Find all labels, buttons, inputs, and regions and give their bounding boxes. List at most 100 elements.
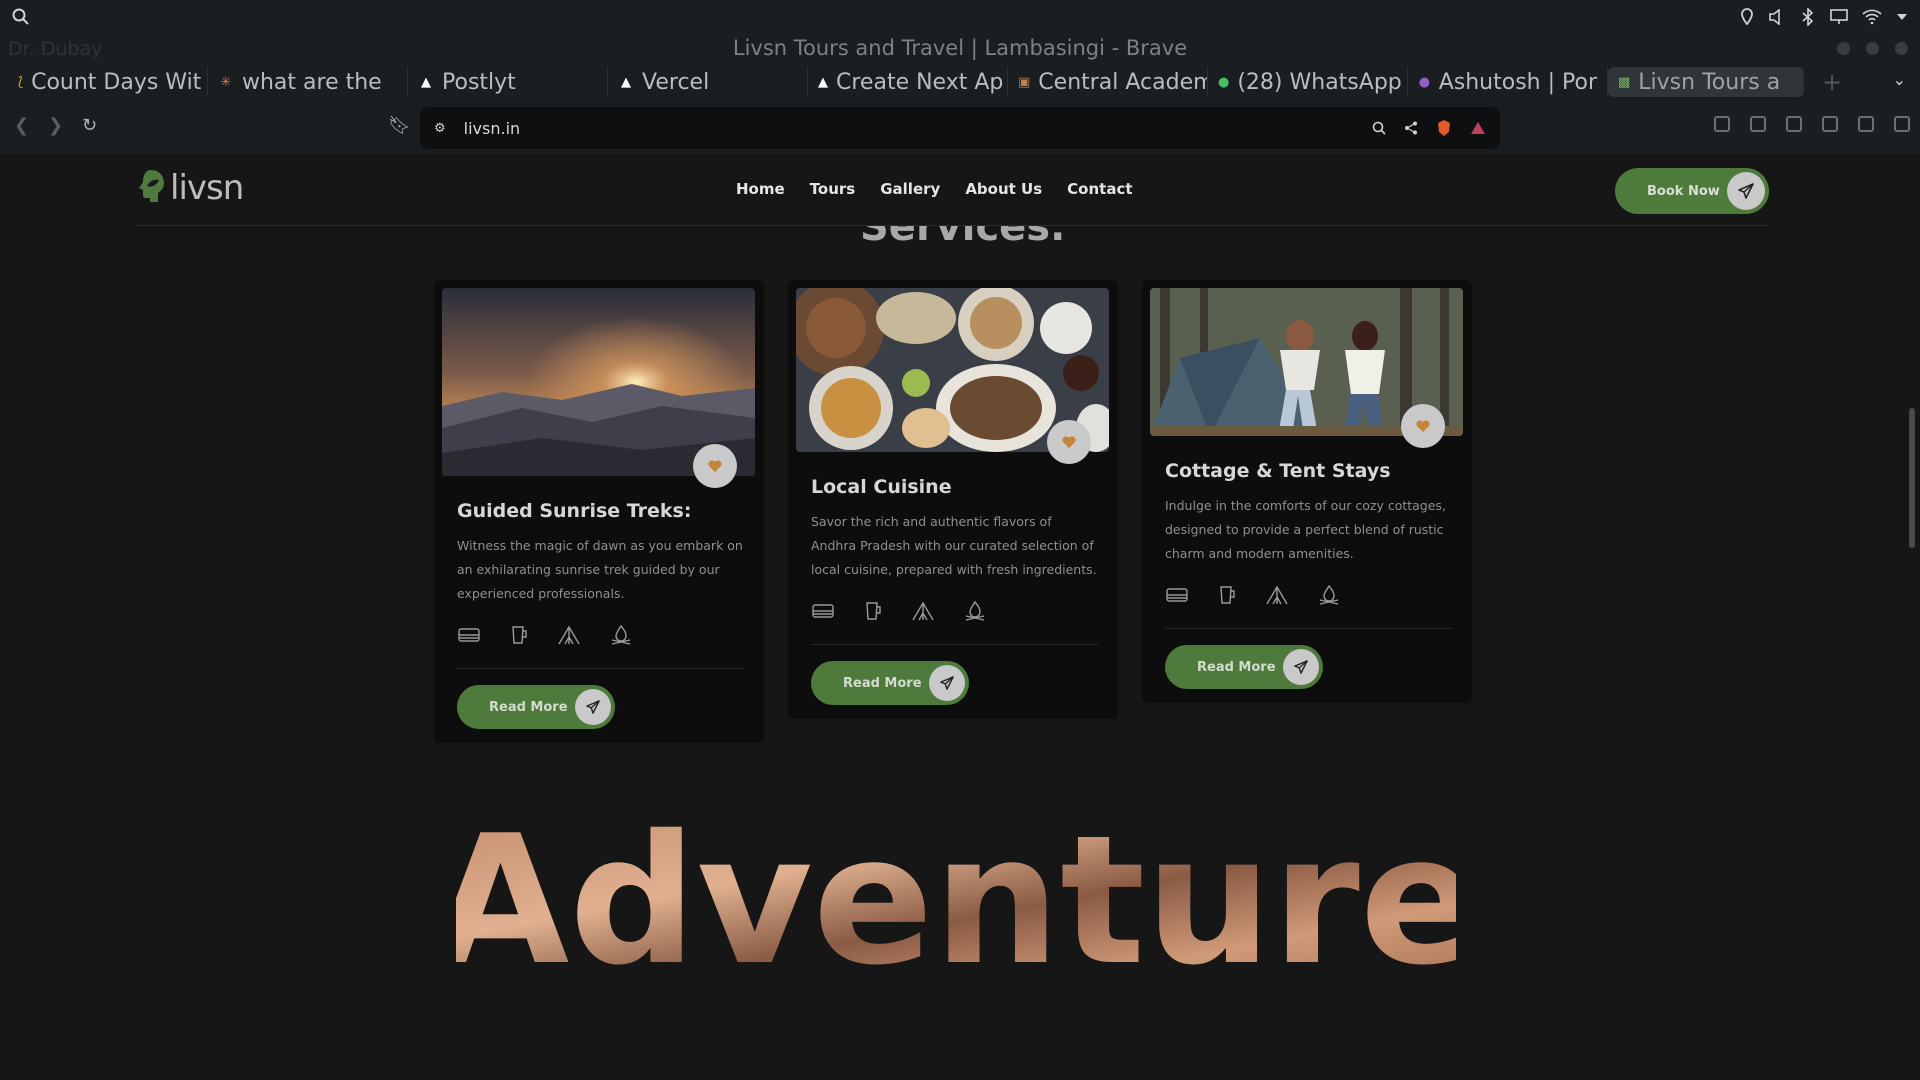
card-divider (811, 644, 1098, 645)
display-icon[interactable] (1830, 9, 1848, 25)
page-scrollbar[interactable] (1904, 154, 1920, 1080)
amenity-icons (1165, 580, 1464, 610)
menu-contact[interactable]: Contact (1067, 180, 1132, 198)
campfire-icon (609, 624, 633, 646)
bluetooth-icon[interactable] (1800, 8, 1816, 26)
read-more-button[interactable]: Read More (811, 661, 969, 705)
search-icon[interactable] (12, 8, 30, 26)
url-text[interactable]: livsn.in (464, 119, 521, 138)
media-icon[interactable] (1786, 116, 1802, 132)
campfire-icon (963, 600, 987, 622)
vercel-icon: ▲ (621, 74, 631, 90)
main-menu: Home Tours Gallery About Us Contact (736, 180, 1133, 198)
card-description: Witness the magic of dawn as you embark … (457, 538, 743, 601)
menu-gallery[interactable]: Gallery (880, 180, 940, 198)
tent-icon (557, 624, 581, 646)
site-settings-icon[interactable]: ⚙ (434, 121, 446, 136)
share-icon[interactable] (1404, 121, 1418, 135)
tab-livsn-active[interactable]: ▩Livsn Tours a× (1608, 67, 1804, 97)
favorite-heart-icon[interactable] (1047, 420, 1091, 464)
bed-icon (811, 601, 835, 621)
brave-shields-icon[interactable] (1436, 119, 1452, 137)
volume-icon[interactable] (1768, 9, 1786, 25)
bed-icon (1165, 585, 1189, 605)
tab-postlyt[interactable]: ▲ Postlyt (408, 67, 608, 97)
reload-icon[interactable]: ↻ (82, 115, 97, 136)
send-icon (575, 689, 611, 725)
new-tab-button[interactable]: + (1822, 68, 1842, 96)
os-top-bar (0, 0, 1920, 34)
close-tab-icon[interactable]: × (1802, 72, 1803, 93)
back-icon[interactable]: ❮ (14, 115, 29, 136)
window-title: Livsn Tours and Travel | Lambasingi - Br… (732, 36, 1188, 60)
card-divider (457, 668, 744, 669)
address-bar[interactable]: ⚙ livsn.in (420, 107, 1500, 149)
menu-about-us[interactable]: About Us (965, 180, 1042, 198)
tab-list-chevron-icon[interactable]: ⌄ (1893, 70, 1906, 89)
tab-whatsapp[interactable]: ● (28) WhatsApp (1208, 67, 1408, 97)
drink-icon (509, 624, 529, 646)
service-card-sunrise-treks: Guided Sunrise Treks: Witness the magic … (434, 280, 764, 743)
site-logo[interactable]: livsn (136, 168, 244, 208)
bookmark-icon[interactable]: 🔖︎ (388, 115, 411, 136)
chevron-down-icon[interactable] (1896, 13, 1908, 21)
tab-vercel[interactable]: ▲ Vercel (608, 67, 808, 97)
location-icon[interactable] (1740, 8, 1754, 26)
send-icon (1283, 649, 1319, 685)
tent-icon (1265, 584, 1289, 606)
send-icon (1727, 172, 1765, 210)
browser-toolbar: ❮ ❯ ↻ 🔖︎ ⚙ livsn.in (0, 100, 1920, 154)
count-days-icon: ⟅ (18, 74, 24, 90)
tab-central-academy[interactable]: ▣ Central Academ (1008, 67, 1208, 97)
maximize-button[interactable] (1866, 42, 1879, 55)
read-more-button[interactable]: Read More (1165, 645, 1323, 689)
read-more-label: Read More (489, 699, 568, 715)
wallet-icon[interactable] (1858, 116, 1874, 132)
card-title: Local Cuisine (811, 476, 952, 498)
tab-strip: ⟅ Count Days Wit ✳ what are the ▲ Postlyt ▲… (0, 64, 1920, 100)
vercel-icon: ▲ (421, 74, 431, 90)
leaf-head-icon (139, 170, 164, 202)
window-title-bar: Dr. Dubay Livsn Tours and Travel | Lamba… (0, 34, 1920, 64)
tab-ashutosh-portfolio[interactable]: ● Ashutosh | Por (1408, 67, 1608, 97)
adventure-hero-text: Adventure (432, 797, 1481, 1004)
card-divider (1165, 628, 1452, 629)
tent-icon (911, 600, 935, 622)
read-more-button[interactable]: Read More (457, 685, 615, 729)
minimize-button[interactable] (1837, 42, 1850, 55)
wifi-icon[interactable] (1862, 9, 1882, 25)
zoom-icon[interactable] (1372, 121, 1386, 135)
tab-create-next-app[interactable]: ▲ Create Next Ap (808, 67, 1008, 97)
chat-icon: ✳ (220, 74, 232, 90)
menu-home[interactable]: Home (736, 180, 785, 198)
tab-chat[interactable]: ✳ what are the (208, 67, 408, 97)
drink-icon (863, 600, 883, 622)
menu-icon[interactable] (1894, 116, 1910, 132)
favorite-heart-icon[interactable] (693, 444, 737, 488)
brave-rewards-icon[interactable] (1470, 121, 1486, 135)
scrollbar-thumb[interactable] (1909, 408, 1915, 548)
favorite-heart-icon[interactable] (1401, 404, 1445, 448)
close-window-button[interactable] (1895, 42, 1908, 55)
livsn-icon: ▩ (1618, 74, 1631, 90)
window-controls (1837, 42, 1908, 55)
amenity-icons (811, 596, 1110, 626)
card-title: Cottage & Tent Stays (1165, 460, 1391, 482)
adventure-word: Adventure (456, 804, 1456, 994)
tab-count-days[interactable]: ⟅ Count Days Wit (8, 67, 208, 97)
bed-icon (457, 625, 481, 645)
sidebar-icon[interactable] (1822, 116, 1838, 132)
amenity-icons (457, 620, 756, 650)
service-card-local-cuisine: Local Cuisine Savor the rich and authent… (788, 280, 1118, 719)
book-now-button[interactable]: Book Now (1615, 168, 1769, 214)
read-more-label: Read More (843, 675, 922, 691)
print-icon[interactable] (1714, 116, 1730, 132)
whatsapp-icon: ● (1218, 74, 1230, 90)
header-divider (136, 225, 1768, 226)
extensions-icon[interactable] (1750, 116, 1766, 132)
menu-tours[interactable]: Tours (810, 180, 856, 198)
card-title: Guided Sunrise Treks: (457, 500, 692, 522)
forward-icon[interactable]: ❯ (48, 115, 63, 136)
service-card-cottage-tent: Cottage & Tent Stays Indulge in the comf… (1142, 280, 1472, 703)
campfire-icon (1317, 584, 1341, 606)
